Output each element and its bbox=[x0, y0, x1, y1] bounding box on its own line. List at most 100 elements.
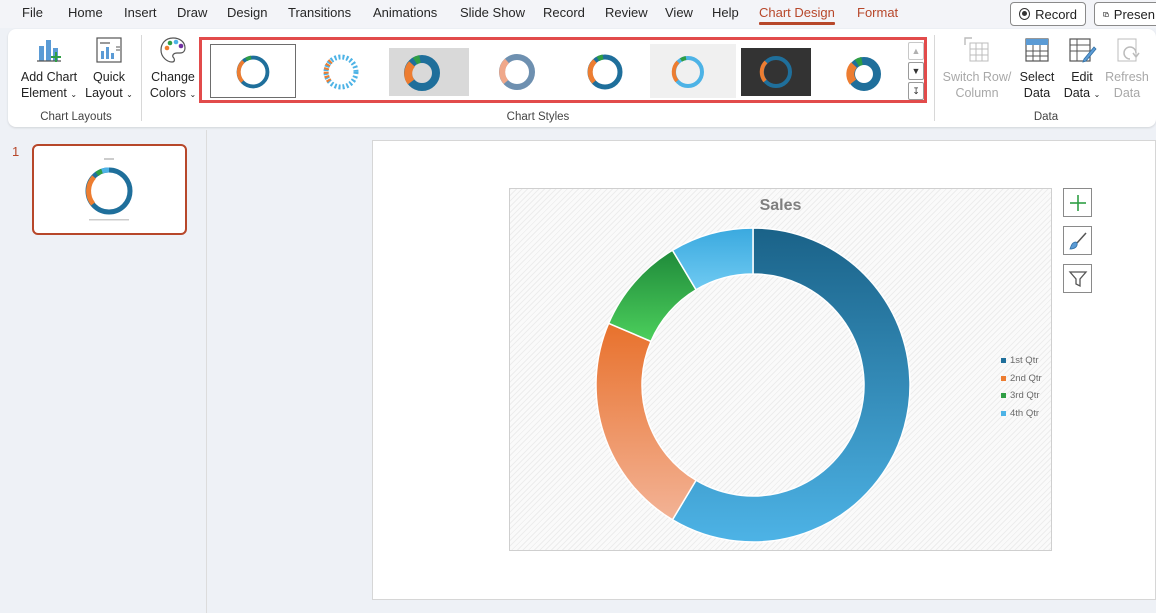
menu-file[interactable]: File bbox=[22, 5, 43, 20]
more-icon: ↧ bbox=[912, 85, 920, 96]
palette-icon bbox=[160, 37, 186, 63]
switch-row-column-icon bbox=[964, 37, 989, 62]
switch-row-column-button[interactable]: Switch Row/ Column bbox=[942, 35, 1012, 101]
chevron-up-icon: ▲ bbox=[911, 46, 921, 56]
menu-insert[interactable]: Insert bbox=[124, 5, 157, 20]
chart-style-3[interactable] bbox=[386, 44, 472, 98]
chart-style-2[interactable] bbox=[298, 44, 384, 98]
select-data-button[interactable]: Select Data bbox=[1014, 35, 1060, 101]
add-chart-element-label-1: Add Chart bbox=[20, 70, 78, 84]
slice-q2[interactable] bbox=[595, 322, 698, 521]
legend-label: 1st Qtr bbox=[1010, 355, 1039, 367]
record-button[interactable]: Record bbox=[1010, 2, 1086, 26]
refresh-data-label-2: Data bbox=[1113, 86, 1141, 100]
chart-style-4[interactable] bbox=[474, 44, 560, 98]
menu-animations[interactable]: Animations bbox=[373, 5, 437, 20]
menu-bar: File Home Insert Draw Design Transitions… bbox=[0, 0, 1156, 28]
change-colors-label-2: Colors bbox=[149, 86, 186, 100]
refresh-data-label-1: Refresh bbox=[1105, 70, 1149, 84]
plus-icon bbox=[1069, 194, 1086, 211]
gallery-more-button[interactable]: ↧ bbox=[908, 82, 924, 100]
slide-number: 1 bbox=[12, 144, 20, 159]
menu-help[interactable]: Help bbox=[712, 5, 739, 20]
legend-item-q4[interactable]: 4th Qtr bbox=[1001, 405, 1042, 423]
chart-style-7[interactable] bbox=[738, 44, 824, 98]
menu-home[interactable]: Home bbox=[68, 5, 103, 20]
legend-label: 3rd Qtr bbox=[1010, 390, 1040, 402]
add-chart-element-icon bbox=[37, 40, 61, 62]
chevron-down-icon: ⌄ bbox=[70, 90, 78, 99]
chart-styles-gallery: ▲ ▼ ↧ bbox=[199, 37, 927, 103]
legend-item-q2[interactable]: 2nd Qtr bbox=[1001, 370, 1042, 388]
menu-draw[interactable]: Draw bbox=[177, 5, 207, 20]
group-divider bbox=[141, 35, 142, 121]
legend-label: 2nd Qtr bbox=[1010, 372, 1042, 384]
menu-transitions[interactable]: Transitions bbox=[288, 5, 351, 20]
menu-design[interactable]: Design bbox=[227, 5, 267, 20]
ribbon: Add Chart Element ⌄ Quick Layout ⌄ Chart… bbox=[8, 29, 1156, 127]
chart-styles-button[interactable] bbox=[1063, 226, 1092, 255]
add-chart-element-label-2: Element bbox=[20, 86, 67, 100]
select-data-label-2: Data bbox=[1023, 86, 1051, 100]
chart-style-1[interactable] bbox=[210, 44, 296, 98]
filter-icon bbox=[1068, 270, 1087, 287]
chevron-down-icon: ⌄ bbox=[1093, 90, 1101, 99]
chart-style-6[interactable] bbox=[650, 44, 736, 98]
paintbrush-icon bbox=[1068, 231, 1087, 249]
refresh-data-button[interactable]: Refresh Data bbox=[1104, 35, 1150, 101]
chevron-down-icon: ⌄ bbox=[126, 90, 133, 99]
slide-thumbnail-1[interactable] bbox=[32, 144, 187, 235]
legend-swatch bbox=[1001, 393, 1006, 399]
menu-slide-show[interactable]: Slide Show bbox=[460, 5, 525, 20]
switch-row-column-label-2: Column bbox=[955, 86, 999, 100]
menu-chart-design[interactable]: Chart Design bbox=[759, 5, 835, 25]
quick-layout-label-2: Layout bbox=[85, 86, 123, 100]
legend-item-q3[interactable]: 3rd Qtr bbox=[1001, 387, 1042, 405]
edit-data-button[interactable]: Edit Data ⌄ bbox=[1060, 35, 1104, 103]
menu-format[interactable]: Format bbox=[857, 5, 898, 20]
chart-legend[interactable]: 1st Qtr 2nd Qtr 3rd Qtr 4th Qtr bbox=[1001, 352, 1042, 422]
record-button-label: Record bbox=[1035, 6, 1077, 22]
group-label-chart-styles: Chart Styles bbox=[506, 111, 570, 123]
chart-style-5[interactable] bbox=[562, 44, 648, 98]
edit-data-label-2: Data bbox=[1063, 86, 1091, 100]
gallery-scroll-up[interactable]: ▲ bbox=[908, 42, 924, 60]
legend-label: 4th Qtr bbox=[1010, 407, 1040, 419]
chevron-down-icon: ▼ bbox=[911, 66, 921, 76]
change-colors-label-1: Change bbox=[151, 70, 195, 84]
slide-thumbnail-pane: 1 bbox=[0, 130, 207, 613]
legend-swatch bbox=[1001, 410, 1006, 416]
group-label-chart-layouts: Chart Layouts bbox=[40, 111, 112, 123]
legend-swatch bbox=[1001, 358, 1006, 364]
select-data-icon bbox=[1025, 38, 1049, 62]
chart-area[interactable]: Sales 1st Qtr 2nd Qtr 3rd Qtr 4th Qtr bbox=[509, 188, 1052, 551]
chevron-down-icon: ⌄ bbox=[189, 90, 197, 99]
chart-elements-button[interactable] bbox=[1063, 188, 1092, 217]
switch-row-column-label-1: Switch Row/ bbox=[942, 70, 1012, 84]
quick-layout-icon bbox=[96, 37, 122, 63]
legend-item-q1[interactable]: 1st Qtr bbox=[1001, 352, 1042, 370]
refresh-data-icon bbox=[1117, 38, 1140, 62]
present-icon bbox=[1103, 11, 1109, 17]
legend-swatch bbox=[1001, 375, 1006, 381]
doughnut-chart[interactable] bbox=[510, 189, 1053, 552]
menu-view[interactable]: View bbox=[665, 5, 693, 20]
present-button[interactable]: Presen bbox=[1094, 2, 1156, 26]
present-button-label: Presen bbox=[1113, 6, 1155, 22]
chart-filters-button[interactable] bbox=[1063, 264, 1092, 293]
select-data-label-1: Select bbox=[1019, 70, 1055, 84]
slide-thumbnail-preview bbox=[85, 158, 133, 221]
gallery-scroll-down[interactable]: ▼ bbox=[908, 62, 924, 80]
edit-data-icon bbox=[1069, 38, 1097, 63]
menu-record[interactable]: Record bbox=[543, 5, 585, 20]
group-divider bbox=[934, 35, 935, 121]
change-colors-button[interactable]: Change Colors ⌄ bbox=[148, 35, 198, 103]
record-icon bbox=[1019, 8, 1031, 20]
group-label-data: Data bbox=[1033, 111, 1059, 123]
quick-layout-button[interactable]: Quick Layout ⌄ bbox=[84, 35, 134, 103]
menu-review[interactable]: Review bbox=[605, 5, 648, 20]
quick-layout-label-1: Quick bbox=[93, 70, 125, 84]
chart-style-8[interactable] bbox=[826, 44, 912, 98]
add-chart-element-button[interactable]: Add Chart Element ⌄ bbox=[18, 35, 80, 103]
edit-data-label-1: Edit bbox=[1071, 70, 1093, 84]
